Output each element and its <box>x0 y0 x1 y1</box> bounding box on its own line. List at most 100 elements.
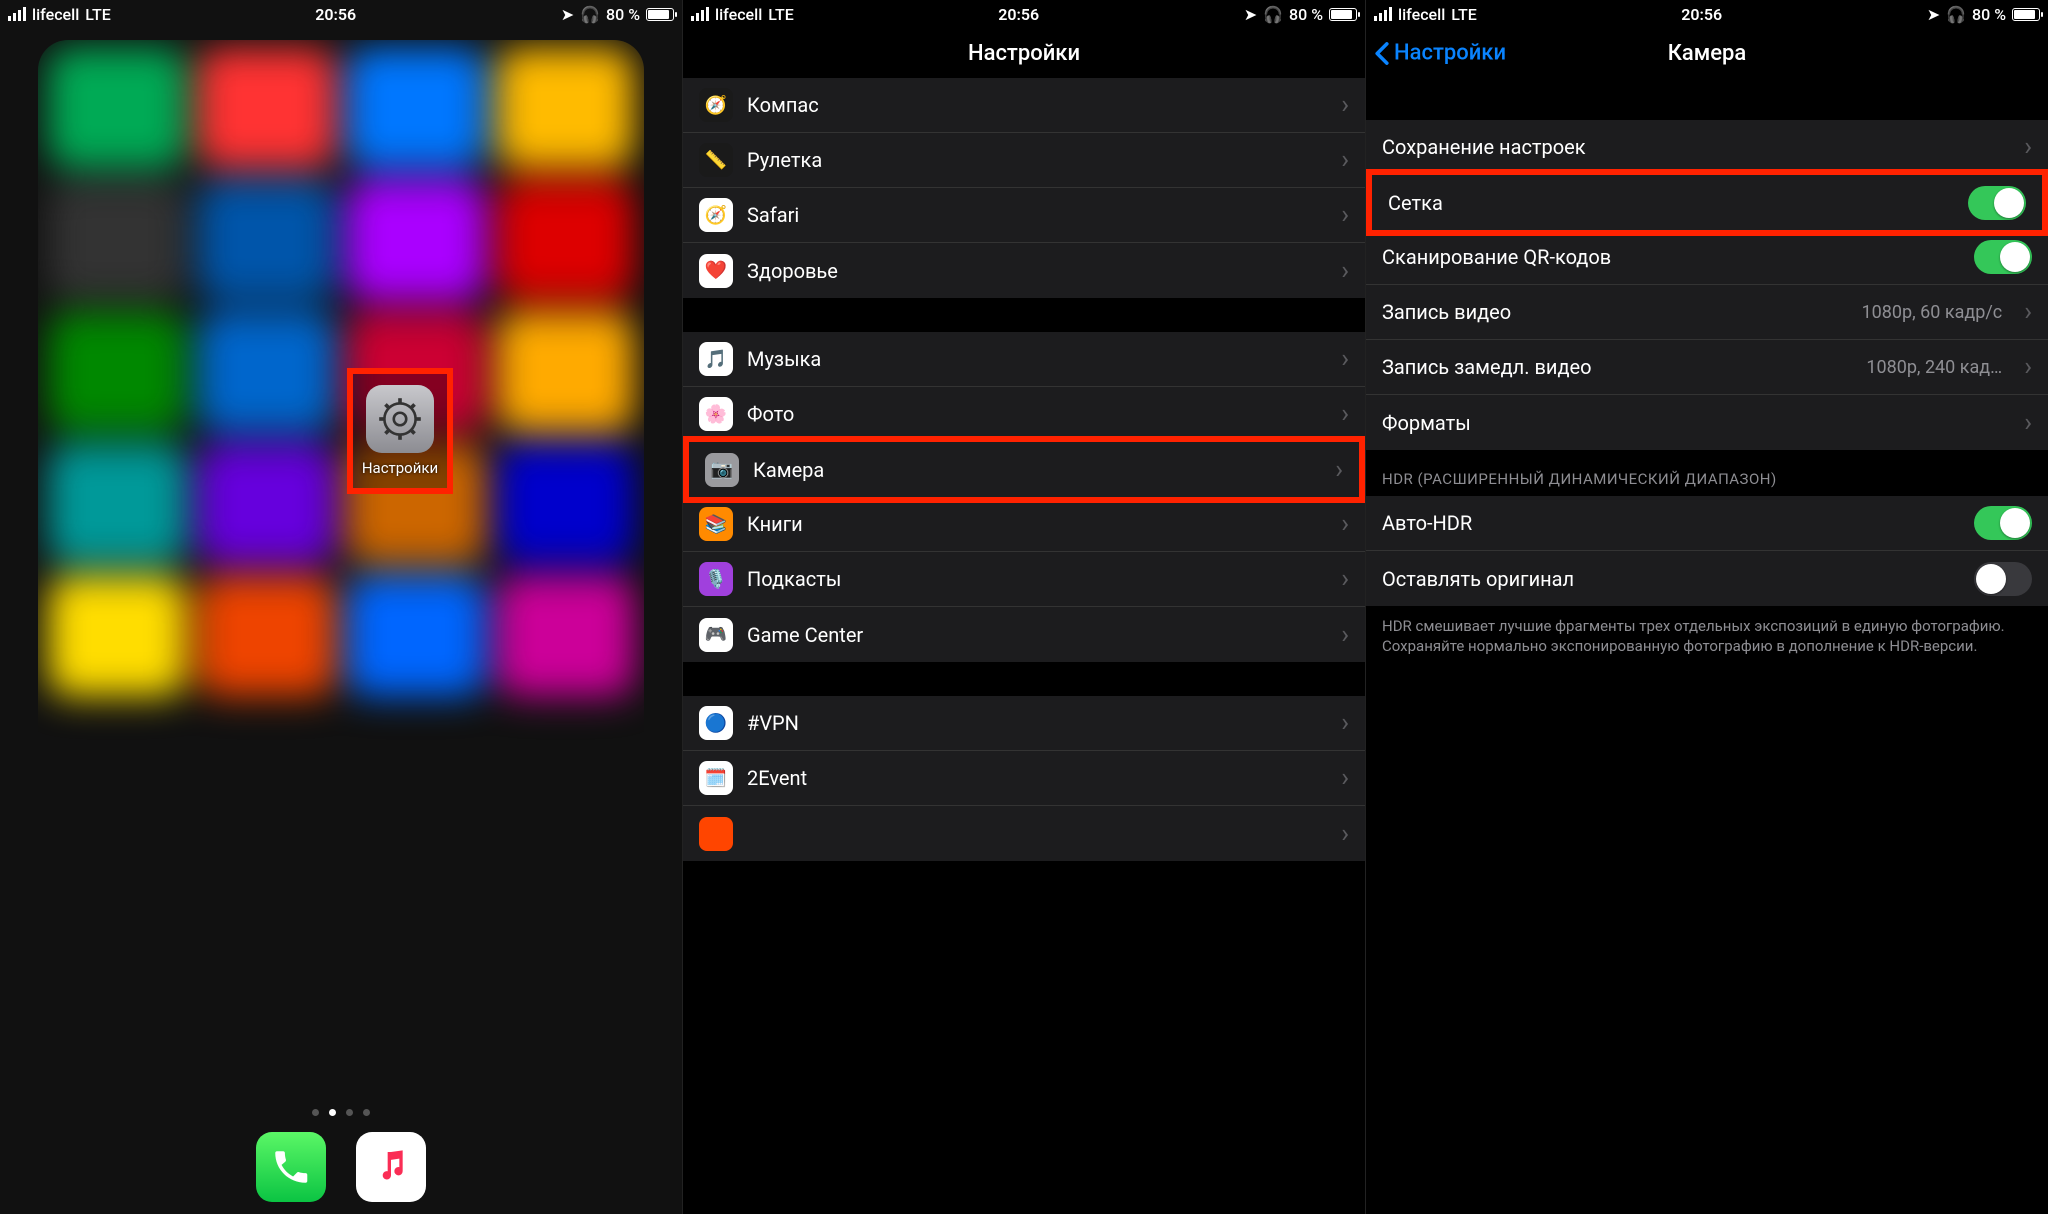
status-bar: lifecell LTE 20:56 ➤ 🎧 80 % <box>1366 0 2048 28</box>
row-label: Safari <box>747 203 1327 227</box>
carrier-label: lifecell <box>715 5 762 24</box>
row-label: Сканирование QR-кодов <box>1382 245 1960 269</box>
settings-list[interactable]: 🧭 Компас › 📏 Рулетка › 🧭 Safari › ❤️ Здо… <box>683 78 1365 1214</box>
battery-percent: 80 % <box>1289 5 1323 24</box>
headphones-icon: 🎧 <box>580 5 600 24</box>
settings-row-camera[interactable]: 📷 Камера › <box>689 442 1359 497</box>
nav-title: Камера <box>1668 41 1747 66</box>
settings-row-podcasts[interactable]: 🎙️ Подкасты › <box>683 552 1365 607</box>
settings-row-safari[interactable]: 🧭 Safari › <box>683 188 1365 243</box>
battery-icon <box>646 8 674 21</box>
battery-icon <box>2012 8 2040 21</box>
location-icon: ➤ <box>1244 5 1257 24</box>
dock <box>0 1128 682 1214</box>
row-detail: 1080p, 60 кадр/с <box>1862 302 2003 323</box>
app-icon <box>699 817 733 851</box>
row-label: 2Event <box>747 766 1327 790</box>
status-bar: lifecell LTE 20:56 ➤ 🎧 80 % <box>683 0 1365 28</box>
page-dots <box>0 1109 682 1116</box>
row-label: Подкасты <box>747 567 1327 591</box>
chevron-right-icon: › <box>1341 200 1349 230</box>
chevron-right-icon: › <box>1341 509 1349 539</box>
gamecenter-icon: 🎮 <box>699 618 733 652</box>
settings-row-measure[interactable]: 📏 Рулетка › <box>683 133 1365 188</box>
grid-row-highlight: Сетка <box>1366 169 2048 236</box>
location-icon: ➤ <box>1927 5 1940 24</box>
keep-original-toggle[interactable] <box>1974 562 2032 596</box>
chevron-right-icon: › <box>1341 256 1349 286</box>
headphones-icon: 🎧 <box>1946 5 1966 24</box>
settings-row-other[interactable]: › <box>683 806 1365 861</box>
settings-row-music[interactable]: 🎵 Музыка › <box>683 332 1365 387</box>
chevron-right-icon: › <box>1341 90 1349 120</box>
row-label: Сохранение настроек <box>1382 135 2010 159</box>
chevron-right-icon: › <box>2024 408 2032 438</box>
hdr-section-header: HDR (РАСШИРЕННЫЙ ДИНАМИЧЕСКИЙ ДИАПАЗОН) <box>1366 450 2048 496</box>
nav-bar: Настройки Камера <box>1366 28 2048 78</box>
auto-hdr-toggle[interactable] <box>1974 506 2032 540</box>
camera-settings-list[interactable]: Сохранение настроек › Сетка Сканирование… <box>1366 78 2048 1214</box>
settings-row-health[interactable]: ❤️ Здоровье › <box>683 243 1365 298</box>
chevron-right-icon: › <box>1341 564 1349 594</box>
chevron-right-icon: › <box>1335 455 1343 485</box>
books-icon: 📚 <box>699 507 733 541</box>
clock: 20:56 <box>1681 5 1722 24</box>
photos-icon: 🌸 <box>699 397 733 431</box>
nav-bar: Настройки <box>683 28 1365 78</box>
ruler-icon: 📏 <box>699 143 733 177</box>
chevron-right-icon: › <box>1341 145 1349 175</box>
clock: 20:56 <box>315 5 356 24</box>
dock-music-app[interactable] <box>356 1132 426 1202</box>
settings-root-pane: lifecell LTE 20:56 ➤ 🎧 80 % Настройки 🧭 … <box>683 0 1366 1214</box>
chevron-right-icon: › <box>1341 819 1349 849</box>
chevron-right-icon: › <box>2024 352 2032 382</box>
settings-row-vpn[interactable]: 🔵 #VPN › <box>683 696 1365 751</box>
back-button[interactable]: Настройки <box>1374 41 1506 66</box>
row-label: Книги <box>747 512 1327 536</box>
camera-row-highlight: 📷 Камера › <box>683 436 1365 503</box>
settings-row-photos[interactable]: 🌸 Фото › <box>683 387 1365 442</box>
row-label: Компас <box>747 93 1327 117</box>
hdr-section-footer: HDR смешивает лучшие фрагменты трех отде… <box>1366 606 2048 673</box>
battery-icon <box>1329 8 1357 21</box>
settings-row-2event[interactable]: 🗓️ 2Event › <box>683 751 1365 806</box>
back-label: Настройки <box>1394 41 1506 66</box>
status-bar: lifecell LTE 20:56 ➤ 🎧 80 % <box>0 0 682 28</box>
row-label: Запись видео <box>1382 300 1848 324</box>
dock-phone-app[interactable] <box>256 1132 326 1202</box>
chevron-right-icon: › <box>1341 620 1349 650</box>
qr-toggle[interactable] <box>1974 240 2032 274</box>
music-icon: 🎵 <box>699 342 733 376</box>
row-label: Форматы <box>1382 411 2010 435</box>
podcasts-icon: 🎙️ <box>699 562 733 596</box>
home-blurred-apps <box>38 40 644 1214</box>
row-formats[interactable]: Форматы › <box>1366 395 2048 450</box>
battery-percent: 80 % <box>606 5 640 24</box>
row-qr-scan[interactable]: Сканирование QR-кодов <box>1366 230 2048 285</box>
signal-icon <box>8 7 26 21</box>
row-keep-original[interactable]: Оставлять оригинал <box>1366 551 2048 606</box>
settings-row-books[interactable]: 📚 Книги › <box>683 497 1365 552</box>
network-label: LTE <box>768 5 793 24</box>
settings-icon <box>366 385 434 453</box>
row-preserve-settings[interactable]: Сохранение настроек › <box>1366 120 2048 175</box>
headphones-icon: 🎧 <box>1263 5 1283 24</box>
battery-percent: 80 % <box>1972 5 2006 24</box>
chevron-right-icon: › <box>1341 344 1349 374</box>
row-record-video[interactable]: Запись видео 1080p, 60 кадр/с › <box>1366 285 2048 340</box>
settings-row-compass[interactable]: 🧭 Компас › <box>683 78 1365 133</box>
clock: 20:56 <box>998 5 1039 24</box>
chevron-right-icon: › <box>1341 399 1349 429</box>
compass-icon: 🧭 <box>699 88 733 122</box>
settings-app-highlight[interactable]: Настройки <box>347 368 453 494</box>
row-record-slomo[interactable]: Запись замедл. видео 1080p, 240 кад… › <box>1366 340 2048 395</box>
carrier-label: lifecell <box>32 5 79 24</box>
row-label: Здоровье <box>747 259 1327 283</box>
safari-icon: 🧭 <box>699 198 733 232</box>
grid-toggle[interactable] <box>1968 186 2026 220</box>
settings-row-gamecenter[interactable]: 🎮 Game Center › <box>683 607 1365 662</box>
camera-icon: 📷 <box>705 453 739 487</box>
row-grid[interactable]: Сетка <box>1372 175 2042 230</box>
chevron-right-icon: › <box>1341 708 1349 738</box>
row-auto-hdr[interactable]: Авто-HDR <box>1366 496 2048 551</box>
